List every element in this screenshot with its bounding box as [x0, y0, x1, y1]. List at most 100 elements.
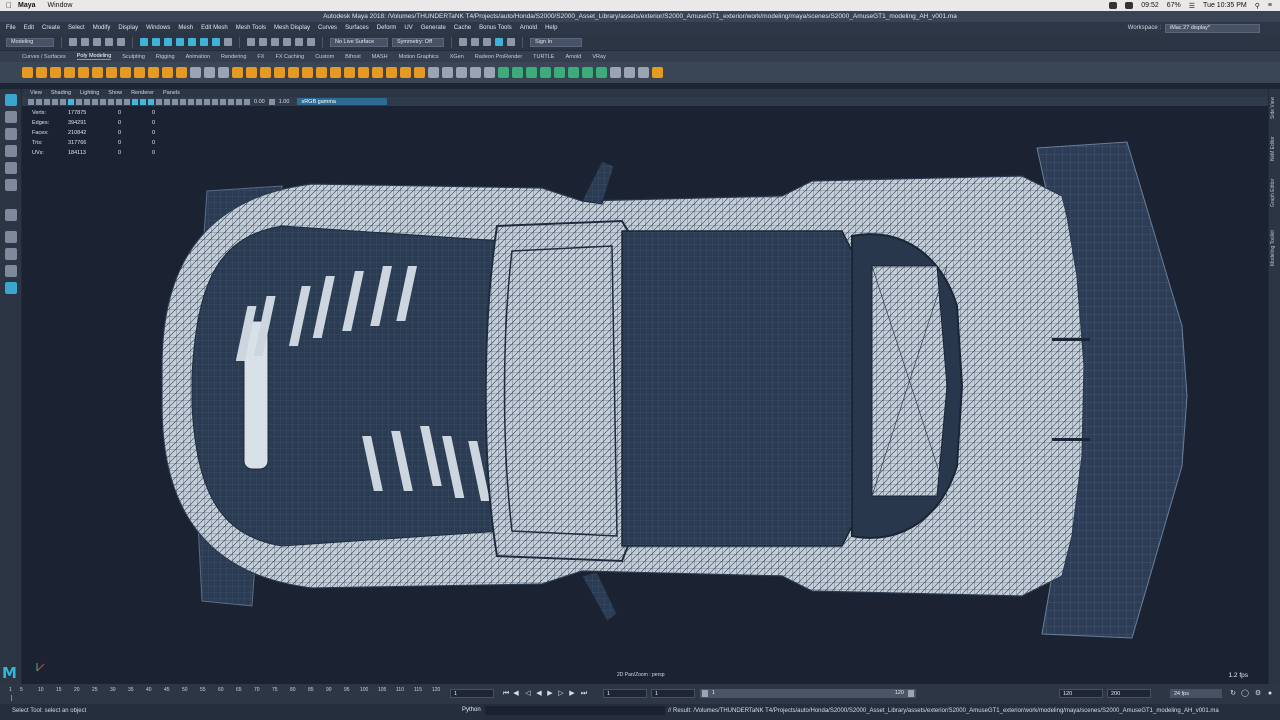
command-input[interactable] [485, 706, 665, 715]
sign-in-button[interactable]: Sign In [530, 37, 582, 47]
shelf-tab-curves-surfaces[interactable]: Curves / Surfaces [22, 54, 66, 60]
poly-disc-icon[interactable] [106, 67, 117, 78]
menu-bonus-tools[interactable]: Bonus Tools [479, 25, 512, 31]
scale-tool-icon[interactable] [5, 179, 17, 191]
menu-help[interactable]: Help [545, 25, 557, 31]
menu-curves[interactable]: Curves [318, 25, 337, 31]
play-backwards-icon[interactable]: ◀ [535, 690, 543, 698]
move-tool-icon[interactable] [5, 145, 17, 157]
menu-surfaces[interactable]: Surfaces [345, 25, 369, 31]
combine-icon[interactable] [190, 67, 201, 78]
bookmark-icon[interactable] [44, 98, 50, 105]
open-scene-icon[interactable] [81, 38, 89, 46]
loop-icon[interactable]: ↻ [1229, 690, 1237, 698]
clock[interactable]: Tue 10:35 PM [1203, 2, 1247, 9]
snap-grid-icon[interactable] [247, 38, 255, 46]
camera-icon[interactable] [28, 98, 34, 105]
grease-pencil-icon[interactable] [68, 98, 74, 105]
side-tab-nxm-editor[interactable]: NxM Editor [1270, 136, 1276, 161]
shelf-tab-mash[interactable]: MASH [372, 54, 388, 60]
panel-menu-show[interactable]: Show [108, 90, 122, 96]
range-end-field[interactable]: 120 [1059, 689, 1103, 698]
rotate-tool-icon[interactable] [5, 162, 17, 174]
live-surface-field[interactable]: No Live Surface [330, 37, 388, 47]
step-forward-key-icon[interactable]: ▶ [568, 690, 576, 698]
panel-menu-panels[interactable]: Panels [163, 90, 180, 96]
ambient-occlusion-icon[interactable] [180, 98, 186, 105]
ipr-render-icon[interactable] [471, 38, 479, 46]
diamond-icon[interactable] [638, 67, 649, 78]
range-start-field[interactable]: 1 [603, 689, 647, 698]
select-hierarchy-icon[interactable] [140, 38, 148, 46]
snap-plane-icon[interactable] [283, 38, 291, 46]
side-tab-modeling-toolkit[interactable]: Modeling Toolkit [1270, 230, 1276, 266]
current-time-marker[interactable] [11, 695, 12, 701]
poly-cube-icon[interactable] [36, 67, 47, 78]
select-mask-icon[interactable] [188, 38, 196, 46]
last-tool-icon[interactable] [5, 209, 17, 221]
side-tab-side-view[interactable]: Side View [1270, 97, 1276, 119]
anim-end-field[interactable]: 200 [1107, 689, 1151, 698]
image-plane-icon[interactable] [52, 98, 58, 105]
menu-mesh[interactable]: Mesh [178, 25, 193, 31]
redo-icon[interactable] [117, 38, 125, 46]
2d-pan-zoom-icon[interactable] [60, 98, 66, 105]
fps-dropdown[interactable]: 24 fps [1170, 689, 1222, 698]
multi-cut-icon[interactable] [330, 67, 341, 78]
menu-windows[interactable]: Windows [146, 25, 170, 31]
tray-icon[interactable] [1125, 2, 1134, 9]
harden-edge-icon[interactable] [484, 67, 495, 78]
safe-action-icon[interactable] [116, 98, 122, 105]
uv-checker-icon[interactable] [582, 67, 593, 78]
menu-mesh-tools[interactable]: Mesh Tools [236, 25, 266, 31]
select-mask-icon[interactable] [200, 38, 208, 46]
exposure-icon[interactable] [244, 98, 250, 105]
step-back-frame-icon[interactable]: ◁ [524, 690, 532, 698]
battery-readout[interactable]: 67% [1167, 2, 1181, 9]
tray-icon[interactable] [1109, 2, 1118, 9]
collapse-icon[interactable] [414, 67, 425, 78]
shelf-tab-fx[interactable]: FX [257, 54, 264, 60]
append-polygon-icon[interactable] [302, 67, 313, 78]
insert-edge-loop-icon[interactable] [316, 67, 327, 78]
crease-icon[interactable] [456, 67, 467, 78]
pause-icon[interactable] [507, 38, 515, 46]
offset-edge-loop-icon[interactable] [442, 67, 453, 78]
uv-editor-icon[interactable] [554, 67, 565, 78]
single-view-icon[interactable] [5, 231, 17, 243]
fill-hole-icon[interactable] [288, 67, 299, 78]
two-view-icon[interactable] [5, 265, 17, 277]
shelf-tab-animation[interactable]: Animation [186, 54, 210, 60]
select-mask-icon[interactable] [176, 38, 184, 46]
poly-torus-icon[interactable] [92, 67, 103, 78]
apple-icon[interactable]:  [0, 1, 18, 10]
menu-select[interactable]: Select [68, 25, 85, 31]
menu-extras-icon[interactable]: ≡ [1268, 2, 1272, 9]
step-forward-frame-icon[interactable]: ▷ [557, 690, 565, 698]
extrude-icon[interactable] [246, 67, 257, 78]
go-to-end-icon[interactable]: ⏭ [580, 690, 588, 698]
menu-modify[interactable]: Modify [93, 25, 111, 31]
cut-uv-icon[interactable] [610, 67, 621, 78]
backface-icon[interactable] [236, 98, 242, 105]
exposure-field[interactable]: 0.00 [254, 99, 265, 105]
mode-dropdown[interactable]: Modeling [6, 37, 54, 47]
slide-edge-icon[interactable] [428, 67, 439, 78]
time-ticks[interactable]: 1 5 10 15 20 25 30 35 40 45 50 55 60 65 … [6, 685, 448, 703]
anti-alias-icon[interactable] [196, 98, 202, 105]
search-icon[interactable]: ⚲ [1255, 2, 1260, 10]
current-frame-field[interactable]: 1 [450, 689, 494, 698]
shelf-tab-custom[interactable]: Custom [315, 54, 334, 60]
symmetry-dropdown[interactable]: Symmetry: Off [392, 37, 444, 47]
mirror-icon[interactable] [386, 67, 397, 78]
smooth-shade-icon[interactable] [140, 98, 146, 105]
menu-file[interactable]: File [6, 25, 16, 31]
menu-display[interactable]: Display [118, 25, 138, 31]
paint-select-icon[interactable] [5, 128, 17, 140]
platonic-solid-icon[interactable] [120, 67, 131, 78]
film-gate-icon[interactable] [84, 98, 90, 105]
poly-cone-icon[interactable] [64, 67, 75, 78]
uv-unfold-icon[interactable] [596, 67, 607, 78]
isolate-select-icon[interactable] [212, 98, 218, 105]
poly-cylinder-icon[interactable] [50, 67, 61, 78]
